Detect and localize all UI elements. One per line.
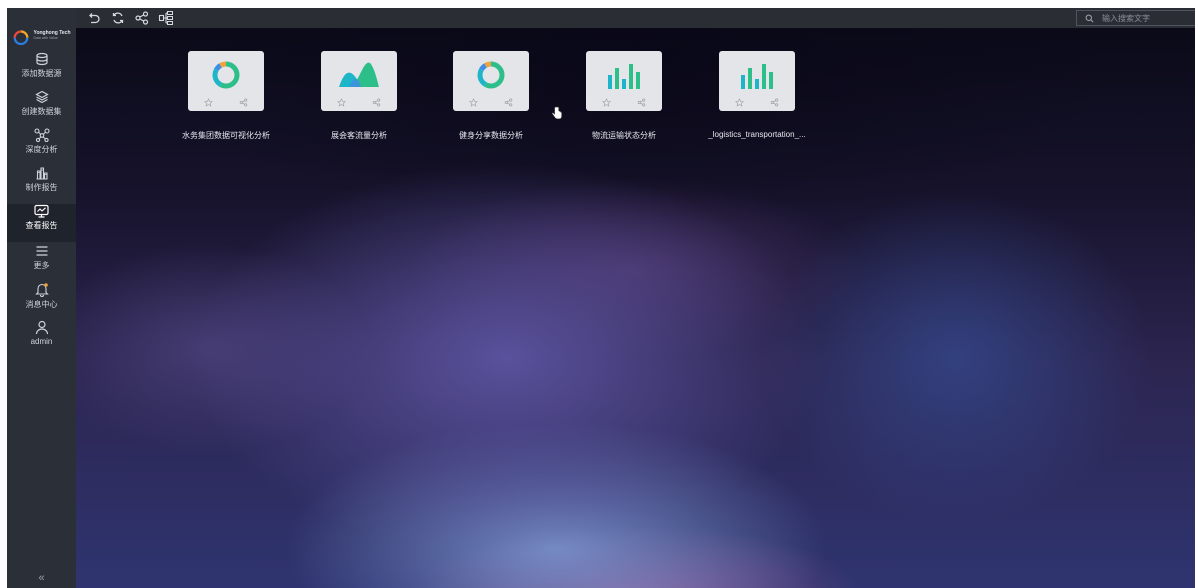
sidebar-item-deep-analysis[interactable]: 深度分析 [7, 128, 76, 166]
monitor-icon [34, 204, 49, 218]
report-card[interactable]: 展会客流量分析 [289, 51, 429, 151]
share-icon[interactable] [239, 98, 248, 107]
undo-button[interactable] [86, 10, 102, 26]
sidebar-item-create-dataset[interactable]: 创建数据集 [7, 90, 76, 128]
report-title[interactable]: 水务集团数据可视化分析 [156, 130, 296, 141]
sidebar-item-label: 深度分析 [25, 145, 58, 154]
user-icon [35, 320, 48, 335]
report-gallery: 水务集团数据可视化分析 展会客流量分析 健身分享数据分析 物流运输状态分析 _l… [76, 28, 1195, 588]
favorite-star-icon[interactable] [735, 98, 744, 107]
report-thumbnail[interactable] [719, 51, 795, 111]
database-icon [35, 52, 48, 66]
favorite-star-icon[interactable] [204, 98, 213, 107]
logo-icon [14, 30, 29, 45]
sidebar-item-message-center[interactable]: 消息中心 [7, 282, 76, 320]
bar-chart-icon [608, 64, 640, 89]
layers-icon [34, 90, 49, 104]
report-card[interactable]: 物流运输状态分析 [554, 51, 694, 151]
collapse-sidebar-button[interactable]: « [7, 572, 76, 584]
sidebar-item-label: 添加数据源 [21, 69, 62, 78]
report-title[interactable]: _logistics_transportation_... [687, 130, 827, 139]
bell-icon [34, 283, 49, 297]
hand-cursor-icon [551, 106, 563, 120]
app-window: Yonghong Tech Data with Value 添加数据源 创建数据… [7, 8, 1195, 588]
tree-icon [158, 11, 173, 25]
search-icon [1085, 14, 1094, 22]
report-title[interactable]: 物流运输状态分析 [554, 130, 694, 141]
menu-icon [36, 246, 47, 256]
sidebar-item-label: 创建数据集 [21, 107, 62, 116]
share-icon[interactable] [504, 98, 513, 107]
sidebar-item-add-datasource[interactable]: 添加数据源 [7, 52, 76, 90]
favorite-star-icon[interactable] [337, 98, 346, 107]
favorite-star-icon[interactable] [602, 98, 611, 107]
report-title[interactable]: 健身分享数据分析 [421, 130, 561, 141]
sidebar-item-label: 更多 [33, 261, 50, 270]
sidebar-item-more[interactable]: 更多 [7, 244, 76, 282]
sidebar-item-label: 查看报告 [25, 221, 58, 230]
sidebar-item-label: 制作报告 [25, 183, 58, 192]
area-chart-icon [339, 62, 379, 87]
user-name: admin [30, 337, 53, 346]
share-icon[interactable] [637, 98, 646, 107]
refresh-icon [112, 12, 124, 24]
bar-chart-icon [741, 64, 773, 89]
network-icon [33, 128, 50, 142]
share-icon [135, 11, 149, 25]
favorite-star-icon[interactable] [469, 98, 478, 107]
share-icon[interactable] [372, 98, 381, 107]
sidebar-item-make-report[interactable]: 制作报告 [7, 166, 76, 204]
report-thumbnail[interactable] [586, 51, 662, 111]
search-input[interactable] [1100, 12, 1195, 24]
report-make-icon [36, 167, 48, 180]
refresh-button[interactable] [110, 10, 126, 26]
report-card[interactable]: _logistics_transportation_... [687, 51, 827, 151]
report-thumbnail[interactable] [321, 51, 397, 111]
undo-icon [89, 13, 100, 24]
sidebar-item-view-report[interactable]: 查看报告 [7, 204, 76, 242]
sidebar-item-label: 消息中心 [25, 300, 58, 309]
report-thumbnail[interactable] [453, 51, 529, 111]
report-title[interactable]: 展会客流量分析 [289, 130, 429, 141]
toolbar [76, 8, 1195, 28]
tree-view-button[interactable] [158, 10, 174, 26]
brand-logo[interactable]: Yonghong Tech Data with Value [7, 22, 76, 50]
search-box[interactable] [1076, 10, 1195, 26]
share-button[interactable] [134, 10, 150, 26]
donut-chart-icon [477, 61, 505, 89]
donut-chart-icon [212, 61, 240, 89]
brand-tagline: Data with Value [33, 36, 58, 41]
sidebar-item-user[interactable]: admin [7, 320, 76, 358]
share-icon[interactable] [770, 98, 779, 107]
sidebar: Yonghong Tech Data with Value 添加数据源 创建数据… [7, 8, 76, 588]
report-card[interactable]: 水务集团数据可视化分析 [156, 51, 296, 151]
report-thumbnail[interactable] [188, 51, 264, 111]
report-card[interactable]: 健身分享数据分析 [421, 51, 561, 151]
